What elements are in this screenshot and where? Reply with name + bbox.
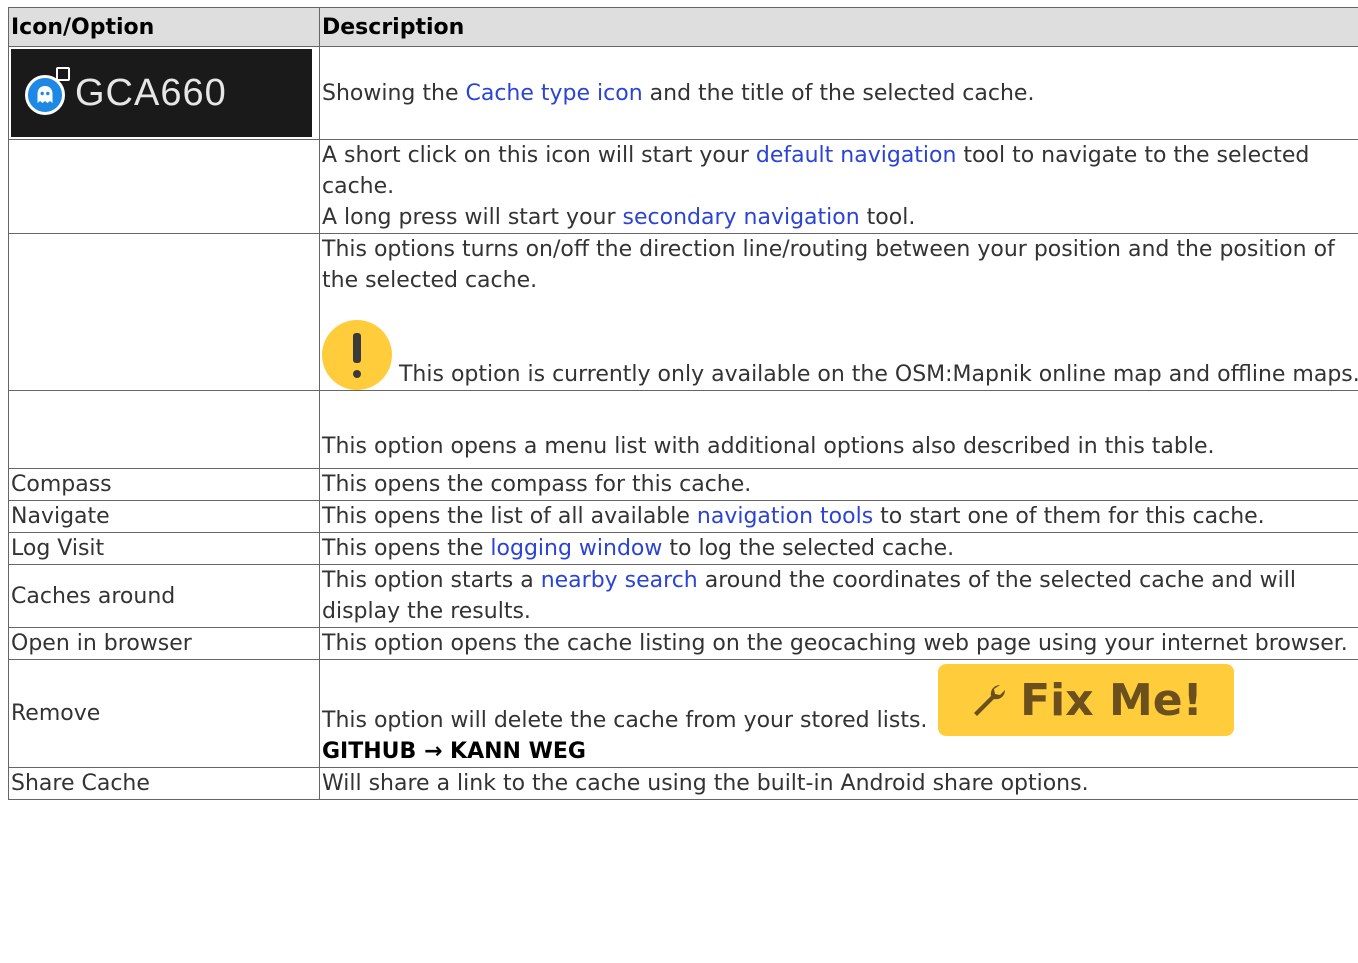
stored-icon: [56, 67, 70, 81]
fixme-badge: Fix Me!: [938, 664, 1235, 736]
cache-type-icon: [25, 67, 70, 115]
header-icon-option: Icon/Option: [8, 7, 320, 47]
table-row: This options turns on/off the direction …: [8, 233, 1358, 391]
remove-note: GITHUB → KANN WEG: [322, 739, 586, 764]
logging-window-link[interactable]: logging window: [490, 536, 662, 561]
table-row: Caches around This option starts a nearb…: [8, 564, 1358, 628]
cache-title-badge-cell: GCA660: [8, 46, 320, 140]
nearby-search-link[interactable]: nearby search: [541, 568, 698, 593]
row-description: This option will delete the cache from y…: [319, 659, 1358, 768]
table-row: A short click on this icon will start yo…: [8, 139, 1358, 234]
option-open-in-browser: Open in browser: [8, 627, 320, 660]
table-row: Navigate This opens the list of all avai…: [8, 500, 1358, 533]
table-row: Share Cache Will share a link to the cac…: [8, 767, 1358, 800]
table-row: Open in browser This option opens the ca…: [8, 627, 1358, 660]
option-compass: Compass: [8, 468, 320, 501]
row-description: Showing the Cache type icon and the titl…: [319, 46, 1358, 140]
row-description: A short click on this icon will start yo…: [319, 139, 1358, 234]
row-description: This opens the list of all available nav…: [319, 500, 1358, 533]
table-header-row: Icon/Option Description: [8, 7, 1358, 47]
wrench-icon: [974, 684, 1006, 716]
option-share-cache: Share Cache: [8, 767, 320, 800]
row-description: This option opens a menu list with addit…: [319, 390, 1358, 469]
info-note: This option is currently only available …: [322, 320, 1358, 390]
option-navigate: Navigate: [8, 500, 320, 533]
row-description: This option opens the cache listing on t…: [319, 627, 1358, 660]
cache-code: GCA660: [75, 71, 227, 114]
option-log-visit: Log Visit: [8, 532, 320, 565]
cache-type-icon-link[interactable]: Cache type icon: [465, 81, 642, 106]
table-row: This option opens a menu list with addit…: [8, 390, 1358, 469]
table-row: GCA660 Showing the Cache type icon and t…: [8, 46, 1358, 140]
table-row: Compass This opens the compass for this …: [8, 468, 1358, 501]
option-caches-around: Caches around: [8, 564, 320, 628]
options-table: Icon/Option Description GCA660 Showing t…: [8, 7, 1358, 800]
row-description: This opens the logging window to log the…: [319, 532, 1358, 565]
table-row: Remove This option will delete the cache…: [8, 659, 1358, 768]
row-description: This options turns on/off the direction …: [319, 233, 1358, 391]
row-option: [8, 390, 320, 469]
table-row: Log Visit This opens the logging window …: [8, 532, 1358, 565]
navigation-tools-link[interactable]: navigation tools: [697, 504, 873, 529]
default-navigation-link[interactable]: default navigation: [756, 143, 957, 168]
row-description: This option starts a nearby search aroun…: [319, 564, 1358, 628]
ghost-icon: [37, 86, 53, 103]
exclamation-icon: [322, 320, 392, 390]
header-description: Description: [319, 7, 1358, 47]
row-description: Will share a link to the cache using the…: [319, 767, 1358, 800]
option-remove: Remove: [8, 659, 320, 768]
row-option: [8, 233, 320, 391]
row-option: [8, 139, 320, 234]
cache-title-badge: GCA660: [11, 49, 312, 137]
row-description: This opens the compass for this cache.: [319, 468, 1358, 501]
secondary-navigation-link[interactable]: secondary navigation: [623, 205, 860, 230]
